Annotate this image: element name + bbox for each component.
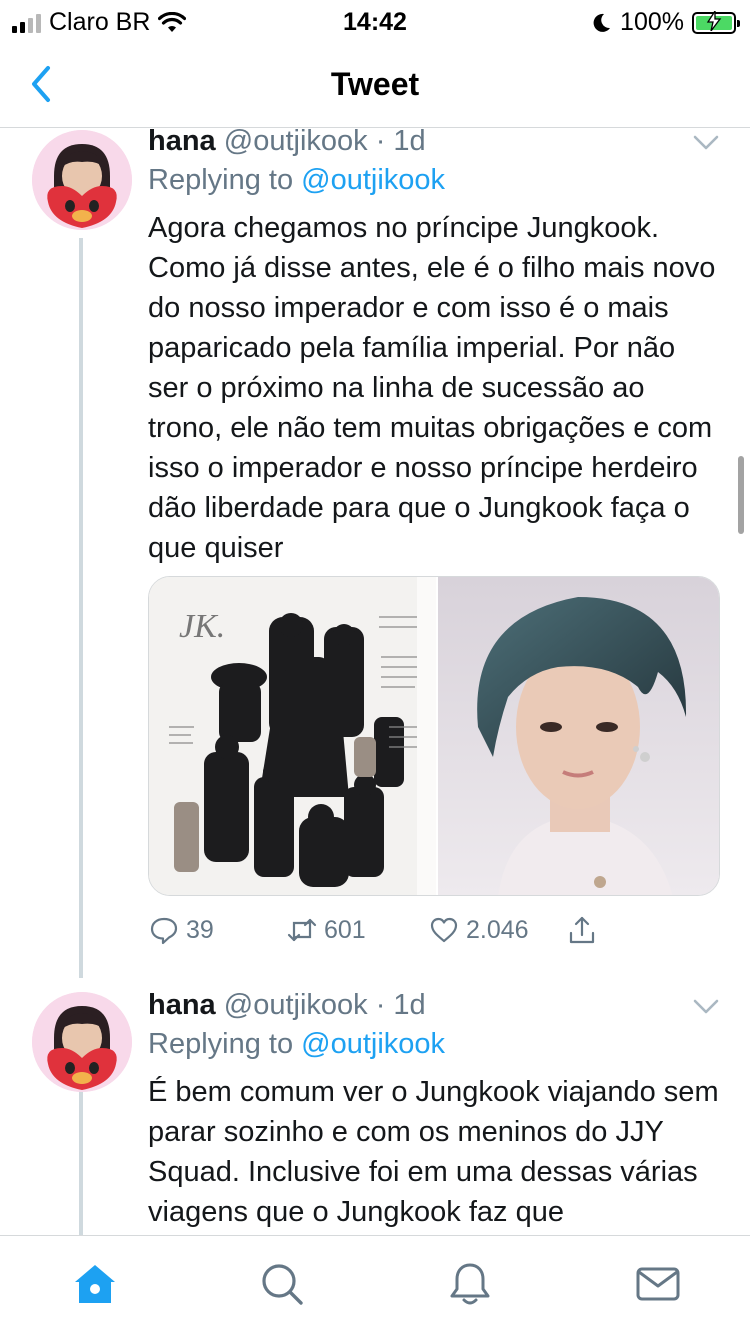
media-image-portrait[interactable] xyxy=(438,577,719,895)
battery-icon xyxy=(692,10,740,34)
status-right: 100% xyxy=(590,8,740,37)
replying-to-label: Replying to xyxy=(148,1028,302,1060)
thread-line xyxy=(79,238,83,978)
like-button[interactable]: 2.046 xyxy=(428,914,529,946)
avatar[interactable] xyxy=(32,130,132,230)
mail-icon[interactable] xyxy=(634,1260,682,1308)
tweet-media[interactable]: JK. xyxy=(148,576,720,896)
chevron-down-icon[interactable] xyxy=(692,998,720,1016)
author-name[interactable]: hana xyxy=(148,125,216,157)
reply-button[interactable]: 39 xyxy=(148,914,214,946)
home-icon[interactable] xyxy=(71,1260,119,1308)
status-bar: Claro BR 14:42 100% xyxy=(0,0,750,40)
retweet-count: 601 xyxy=(324,915,366,944)
replying-to-mention[interactable]: @outjikook xyxy=(301,164,445,196)
tweet-header: hana @outjikook · 1d xyxy=(148,989,426,1022)
comment-icon xyxy=(150,917,178,945)
share-icon xyxy=(569,916,595,944)
do-not-disturb-icon xyxy=(593,13,611,32)
retweet-icon xyxy=(287,918,317,942)
replying-to-mention[interactable]: @outjikook xyxy=(301,1028,445,1060)
thread-line xyxy=(79,1082,83,1235)
tweet-header: hana @outjikook · 1d xyxy=(148,125,426,158)
media-image-collage[interactable]: JK. xyxy=(149,577,438,895)
battery-percentage: 100% xyxy=(620,8,684,36)
author-handle-time: @outjikook · 1d xyxy=(223,125,426,157)
tweet-text: Agora chegamos no príncipe Jungkook. Com… xyxy=(148,212,716,564)
tweet-item[interactable]: hana @outjikook · 1d Replying to @outjik… xyxy=(0,125,750,978)
avatar[interactable] xyxy=(32,992,132,1092)
navigation-bar: Tweet xyxy=(0,40,750,128)
bell-icon[interactable] xyxy=(446,1260,494,1308)
scroll-indicator[interactable] xyxy=(738,456,744,534)
replying-to-label: Replying to xyxy=(148,164,302,196)
svg-text:JK.: JK. xyxy=(179,608,225,645)
like-count: 2.046 xyxy=(466,915,529,944)
tab-bar xyxy=(0,1235,750,1334)
tweet-item[interactable]: hana @outjikook · 1d Replying to @outjik… xyxy=(0,978,750,1235)
heart-icon xyxy=(430,917,458,943)
chevron-down-icon[interactable] xyxy=(692,134,720,152)
page-title: Tweet xyxy=(330,66,420,102)
tweet-actions: 39 601 2.046 xyxy=(148,914,708,954)
reply-count: 39 xyxy=(186,915,214,944)
tweet-text: É bem comum ver o Jungkook viajando sem … xyxy=(148,1076,719,1228)
author-handle-time: @outjikook · 1d xyxy=(223,989,426,1021)
replying-to: Replying to @outjikook xyxy=(148,1028,445,1061)
replying-to: Replying to @outjikook xyxy=(148,164,445,197)
share-button[interactable] xyxy=(566,914,598,946)
retweet-button[interactable]: 601 xyxy=(286,914,366,946)
author-name[interactable]: hana xyxy=(148,989,216,1021)
search-icon[interactable] xyxy=(258,1260,306,1308)
